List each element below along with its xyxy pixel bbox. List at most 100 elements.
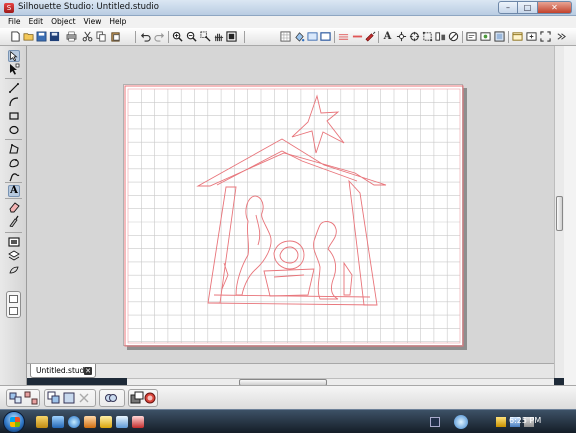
cut-icon[interactable] xyxy=(82,31,93,42)
knife-icon[interactable] xyxy=(365,31,376,42)
document-tab-bar: Untitled.studio ✕ xyxy=(27,363,554,386)
delete-icon[interactable] xyxy=(62,391,76,405)
maximize-button[interactable]: □ xyxy=(518,1,538,14)
ground-line xyxy=(207,302,378,306)
zoom-in-icon[interactable] xyxy=(172,31,183,42)
tab-untitled-studio[interactable]: Untitled.studio ✕ xyxy=(30,364,96,378)
text-tool-icon[interactable]: A xyxy=(8,185,20,197)
library-icon[interactable] xyxy=(494,31,505,42)
fullscreen-icon[interactable] xyxy=(540,31,551,42)
grid-icon[interactable] xyxy=(280,31,291,42)
close-tab-icon[interactable]: ✕ xyxy=(84,367,92,375)
fill-icon[interactable] xyxy=(294,31,305,42)
curvy-polygon-icon[interactable] xyxy=(8,157,20,169)
menu-view[interactable]: View xyxy=(80,16,106,28)
polygon-icon[interactable] xyxy=(8,143,20,155)
print-icon[interactable] xyxy=(66,31,77,42)
registration-icon[interactable] xyxy=(480,31,491,42)
copy-icon[interactable] xyxy=(96,31,107,42)
right-panel-strip xyxy=(564,46,576,385)
curve-icon[interactable] xyxy=(8,96,20,108)
pan-icon[interactable] xyxy=(213,31,224,42)
weld-icon[interactable] xyxy=(104,391,118,405)
application-window: S Silhouette Studio: Untitled.studio – □… xyxy=(0,0,576,433)
os-taskbar: 6:25 PM xyxy=(0,409,576,433)
layers-icon[interactable] xyxy=(8,250,20,262)
library-panel-icon[interactable] xyxy=(8,264,20,276)
zoom-select-icon[interactable] xyxy=(200,31,211,42)
offset-icon[interactable] xyxy=(352,31,363,42)
modify-icon[interactable] xyxy=(396,31,407,42)
group-icon[interactable] xyxy=(9,391,23,405)
send-to-silhouette-icon[interactable] xyxy=(526,31,537,42)
nativity-design[interactable] xyxy=(196,94,387,306)
menu-help[interactable]: Help xyxy=(105,16,130,28)
line-color-icon[interactable] xyxy=(307,31,318,42)
vertical-scrollbar[interactable] xyxy=(554,46,564,378)
page-view-icon[interactable] xyxy=(8,236,20,248)
undo-icon[interactable] xyxy=(140,31,151,42)
zoom-out-icon[interactable] xyxy=(186,31,197,42)
quick-launch-app-icon[interactable] xyxy=(84,416,96,428)
minimize-button[interactable]: – xyxy=(498,1,518,14)
redo-icon[interactable] xyxy=(154,31,165,42)
quick-launch-mail-icon[interactable] xyxy=(100,416,112,428)
tool-group-box xyxy=(6,291,21,318)
select-all-icon[interactable] xyxy=(77,391,91,405)
line-style-icon[interactable] xyxy=(320,31,331,42)
ungroup-icon[interactable] xyxy=(24,391,38,405)
text-icon[interactable]: A xyxy=(382,31,393,42)
point-edit-icon[interactable] xyxy=(8,63,20,75)
print-border-icon[interactable] xyxy=(9,307,18,315)
quick-launch-browser-icon[interactable] xyxy=(68,416,80,428)
vertical-scroll-thumb[interactable] xyxy=(556,196,563,231)
open-icon[interactable] xyxy=(23,31,34,42)
save-icon[interactable] xyxy=(36,31,47,42)
quick-launch-silhouette-icon[interactable] xyxy=(132,416,144,428)
new-icon[interactable] xyxy=(10,31,21,42)
menu-edit[interactable]: Edit xyxy=(25,16,48,28)
eraser-icon[interactable] xyxy=(8,201,20,213)
transform-icon[interactable] xyxy=(422,31,433,42)
start-button[interactable] xyxy=(3,411,25,433)
title-bar: S Silhouette Studio: Untitled.studio – □… xyxy=(0,0,576,16)
tray-notification-icon[interactable] xyxy=(496,417,506,427)
grid-lines xyxy=(128,89,460,343)
design-page[interactable] xyxy=(123,84,464,347)
quick-launch-desktop-icon[interactable] xyxy=(52,416,64,428)
tray-app-icon[interactable] xyxy=(454,415,468,429)
taskbar-clock[interactable]: 6:25 PM xyxy=(509,416,541,425)
send-to-back-icon[interactable] xyxy=(130,391,144,405)
tool-separator xyxy=(5,198,22,199)
close-button[interactable]: ✕ xyxy=(538,1,572,14)
page-settings-icon[interactable] xyxy=(466,31,477,42)
canvas-workspace[interactable] xyxy=(27,46,554,363)
rectangle-icon[interactable] xyxy=(8,110,20,122)
page-border xyxy=(124,85,464,347)
select-icon[interactable] xyxy=(8,50,20,62)
cancel-cut-icon[interactable] xyxy=(143,391,157,405)
store-icon[interactable] xyxy=(512,31,523,42)
tool-separator xyxy=(5,78,22,79)
tab-label: Untitled.studio xyxy=(36,366,92,375)
quick-launch-media-icon[interactable] xyxy=(116,416,128,428)
print-cut-icon[interactable] xyxy=(9,295,18,303)
trace-icon[interactable] xyxy=(448,31,459,42)
window-title: Silhouette Studio: Untitled.studio xyxy=(18,2,159,12)
ellipse-icon[interactable] xyxy=(8,124,20,136)
fit-to-page-icon[interactable] xyxy=(226,31,237,42)
language-bar-icon[interactable] xyxy=(430,417,440,427)
align-icon[interactable] xyxy=(435,31,446,42)
duplicate-icon[interactable] xyxy=(47,391,61,405)
toolbar-overflow-icon[interactable] xyxy=(556,31,567,42)
menu-object[interactable]: Object xyxy=(47,16,79,28)
cut-style-icon[interactable] xyxy=(338,31,349,42)
knife-tool-icon[interactable] xyxy=(8,215,20,227)
line-icon[interactable] xyxy=(8,82,20,94)
save-as-icon[interactable] xyxy=(49,31,60,42)
paste-icon[interactable] xyxy=(110,31,121,42)
replicate-icon[interactable] xyxy=(409,31,420,42)
quick-launch-folder-icon[interactable] xyxy=(36,416,48,428)
staff-shape xyxy=(343,261,353,296)
menu-file[interactable]: File xyxy=(4,16,25,28)
